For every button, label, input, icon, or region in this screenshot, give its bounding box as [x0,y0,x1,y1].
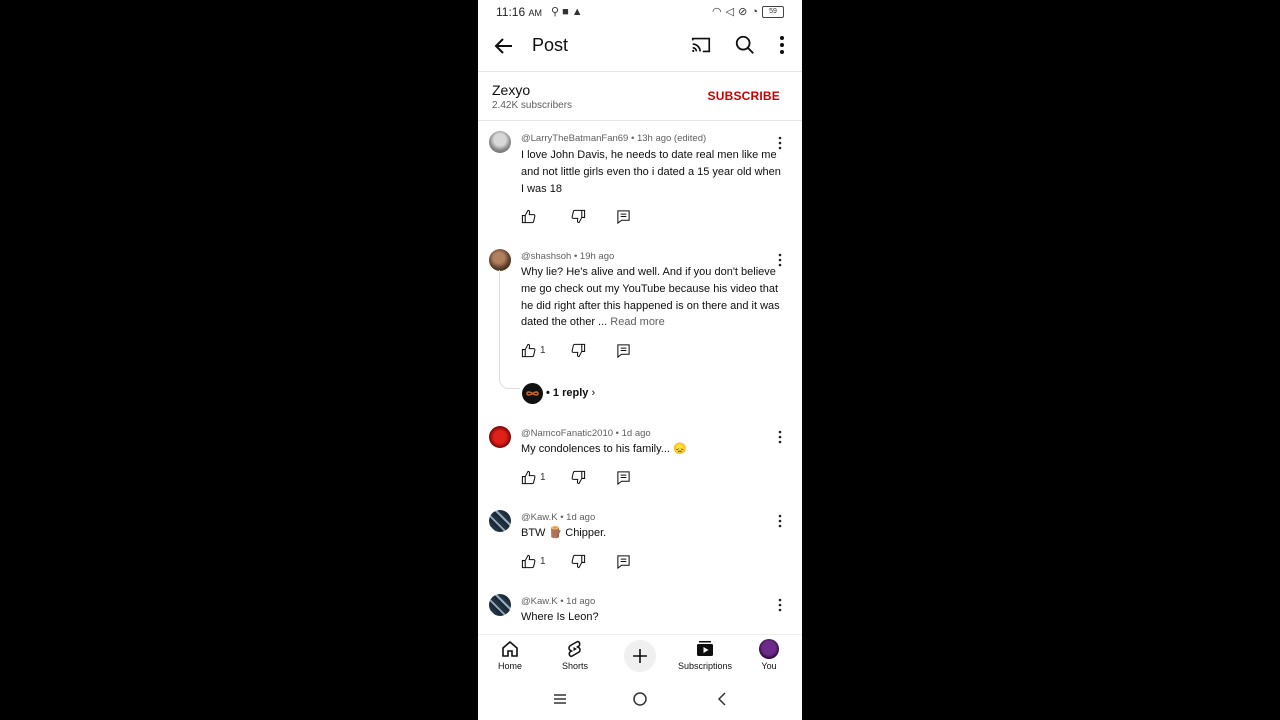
read-more-link[interactable]: Read more [610,316,664,328]
comment-actions: 1 [521,343,651,359]
notification-icons: ⚲■▲ [551,5,586,18]
comment-actions: 1 [521,554,651,570]
nav-home[interactable]: Home [480,639,540,671]
back-button-icon[interactable] [714,691,730,707]
comment-author[interactable]: @shashsoh [521,251,571,262]
system-navigation-bar [478,678,802,720]
mute-icon: ◁ [725,6,735,18]
channel-header: Zexyo 2.42K subscribers SUBSCRIBE [478,72,802,120]
like-count: 1 [540,472,546,483]
nav-you-label: You [761,661,777,671]
headphones-icon: ◠ [712,6,722,18]
comment-author[interactable]: @NamcoFanatic2010 [521,428,613,439]
status-ampm: AM [528,8,542,18]
search-icon[interactable] [734,34,756,56]
nav-home-label: Home [497,661,522,671]
shorts-icon [568,640,581,658]
system-icons: ◠ ◁ ⊘ ◔ 59 [712,5,784,18]
nav-subscriptions-label: Subscriptions [677,661,733,671]
bottom-navigation: Home Shorts Subscriptions You [478,634,802,679]
reply-icon[interactable] [616,343,631,358]
dnd-icon: ⊘ [738,6,748,18]
comment-header: @Kaw.K • 1d ago [521,512,595,523]
comment-meta: • 19h ago [571,251,615,262]
comment-text: Where Is Leon? [521,611,599,623]
dislike-icon[interactable] [571,209,586,224]
video-icon: ■ [562,6,572,18]
comment-avatar[interactable] [489,249,511,271]
channel-subscriber-count: 2.42K subscribers [492,100,573,111]
infinity-logo-icon [526,391,539,396]
reply-author-avatar [522,383,543,404]
dislike-icon[interactable] [571,554,586,569]
cast-icon[interactable] [690,34,712,56]
comment-avatar[interactable] [489,510,511,532]
comment-actions [521,209,651,225]
comment-author[interactable]: @LarryTheBatmanFan69 [521,133,628,144]
plus-icon [633,649,647,663]
reply-thread-line [499,270,520,389]
comment-meta: • 13h ago (edited) [628,133,707,144]
subscriptions-icon [697,641,713,656]
comment-header: @NamcoFanatic2010 • 1d ago [521,428,651,439]
user-avatar [759,639,779,659]
dislike-icon[interactable] [571,343,586,358]
channel-name[interactable]: Zexyo [492,82,530,98]
comment-header: @LarryTheBatmanFan69 • 13h ago (edited) [521,133,706,144]
comment-text: My condolences to his family... 😞 [521,443,687,455]
more-vert-icon[interactable] [772,34,792,56]
divider [478,120,802,121]
like-icon[interactable] [521,470,536,485]
home-icon [502,640,518,657]
wifi-call-icon: ⚲ [551,6,563,18]
wifi-icon: ◔ [751,5,758,18]
recent-apps-icon[interactable] [552,691,568,707]
nav-subscriptions[interactable]: Subscriptions [675,639,735,671]
status-bar: 11:16 AM ⚲■▲ ◠ ◁ ⊘ ◔ 59 [478,0,802,24]
page-title: Post [532,35,569,55]
dislike-icon[interactable] [571,470,586,485]
nav-shorts[interactable]: Shorts [545,639,605,671]
comment-avatar[interactable] [489,426,511,448]
comment-author[interactable]: @Kaw.K [521,512,558,523]
reply-icon[interactable] [616,209,631,224]
status-time: 11:16 AM [496,5,542,19]
status-time-value: 11:16 [496,5,526,19]
comment-text: I love John Davis, he needs to date real… [521,149,781,195]
chevron-right-icon: › [591,387,596,399]
reply-count-text: • 1 reply [546,387,589,399]
comment-avatar[interactable] [489,594,511,616]
like-count: 1 [540,345,546,356]
comment-text: Why lie? He's alive and well. And if you… [521,264,783,331]
comment-meta: • 1d ago [613,428,651,439]
comment-avatar[interactable] [489,131,511,153]
reply-icon[interactable] [616,470,631,485]
comment-meta: • 1d ago [557,596,596,607]
comment-actions: 1 [521,470,651,486]
comment-author[interactable]: @Kaw.K [521,596,558,607]
comment-header: @Kaw.K • 1d ago [521,596,595,607]
home-button-icon[interactable] [632,691,648,707]
comment-meta: • 1d ago [557,512,596,523]
like-count: 1 [540,556,546,567]
reply-icon[interactable] [616,554,631,569]
nav-shorts-label: Shorts [561,661,588,671]
like-icon[interactable] [521,343,536,358]
phone-screen: 11:16 AM ⚲■▲ ◠ ◁ ⊘ ◔ 59 Post Zexyo 2.42K… [478,0,802,720]
comment-text: BTW 🪵 Chipper. [521,527,607,539]
reply-count-label: • 1 reply › [546,387,595,399]
app-bar: Post [478,24,802,70]
create-button[interactable] [624,640,656,672]
comment-header: @shashsoh • 19h ago [521,251,614,262]
back-arrow-icon[interactable] [492,34,516,58]
warning-icon: ▲ [571,6,586,18]
nav-you[interactable]: You [739,639,799,671]
battery-icon: 59 [762,5,784,18]
like-icon[interactable] [521,209,536,224]
like-icon[interactable] [521,554,536,569]
subscribe-button[interactable]: SUBSCRIBE [708,89,780,103]
